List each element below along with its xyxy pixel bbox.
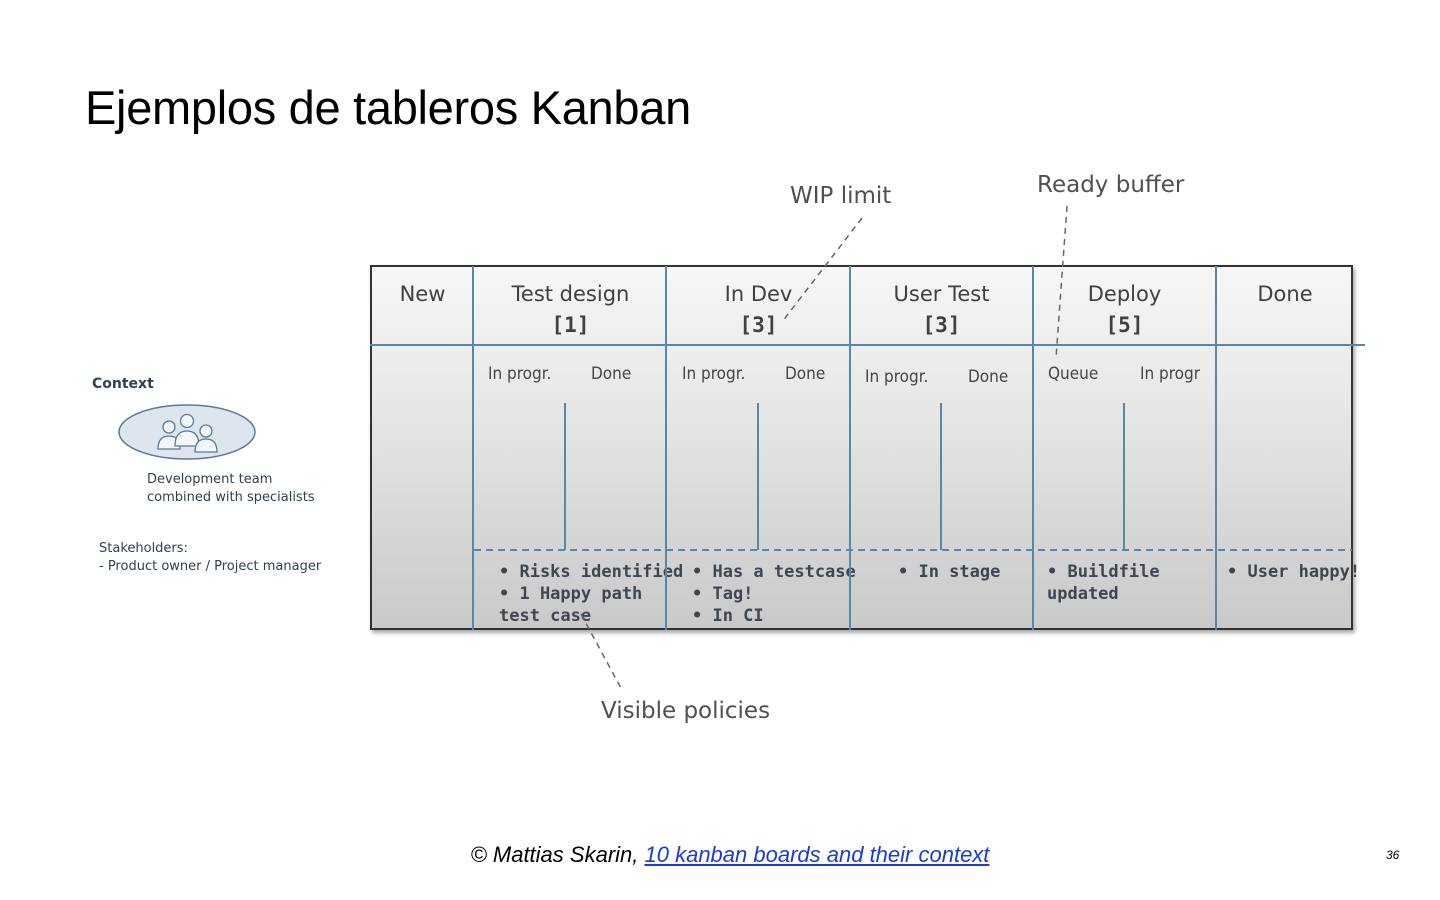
team-line-2: combined with specialists [147,490,315,505]
sub-label-in-dev-done: Done [785,364,826,384]
stakeholders-line-2: - Product owner / Project manager [99,559,322,574]
policy-item: • Risks identified [499,562,684,582]
policy-test-design: • Risks identified • 1 Happy path test c… [499,561,683,627]
ready-buffer-annotation: Ready buffer [1037,172,1185,198]
column-header-test-design: Test design [1] [475,279,666,341]
sub-label-user-test-progress: In progr. [865,367,929,387]
policy-item: • Has a testcase [692,562,856,582]
column-name: In Dev [724,282,793,306]
column-header-deploy: Deploy [5] [1034,279,1215,341]
column-name: Test design [511,282,630,306]
team-line-1: Development team [147,472,273,487]
policy-item: • Tag! [692,584,754,604]
policy-done: • User happy! [1227,561,1360,583]
column-name: User Test [893,282,990,306]
sub-label-test-design-progress: In progr. [488,364,552,384]
policy-deploy: • Buildfile updated [1047,561,1160,605]
sub-label-in-dev-progress: In progr. [682,364,746,384]
sub-label-deploy-queue: Queue [1048,364,1099,384]
footer-credit: © Mattias Skarin, 10 kanban boards and t… [0,842,1440,868]
page-number: 36 [1386,848,1400,862]
column-header-new: New [372,279,473,310]
column-header-user-test: User Test [3] [851,279,1032,341]
sub-label-user-test-done: Done [968,367,1009,387]
policy-item: • Buildfile [1047,562,1160,582]
column-name: New [399,282,446,306]
context-label: Context [92,376,154,392]
wip-limit: [1] [551,313,590,337]
policy-item: • 1 Happy path [499,584,643,604]
policy-item: • In stage [898,562,1001,582]
policy-item: test case [499,606,592,626]
stakeholders-line-1: Stakeholders: [99,541,188,556]
policy-item: updated [1047,584,1119,604]
visible-policies-annotation: Visible policies [601,698,771,724]
policy-item: • In CI [692,606,764,626]
wip-limit-annotation: WIP limit [790,183,892,209]
column-name: Deploy [1087,282,1162,306]
wip-limit: [3] [922,313,961,337]
slide-title: Ejemplos de tableros Kanban [85,81,691,134]
sub-label-test-design-done: Done [591,364,632,384]
wip-limit: [3] [739,313,778,337]
sub-label-deploy-progress: In progr [1140,364,1201,384]
policy-in-dev: • Has a testcase • Tag! • In CI [692,561,856,627]
source-link[interactable]: 10 kanban boards and their context [645,842,990,867]
team-icon [118,404,256,460]
policy-item: • User happy! [1227,562,1361,582]
column-header-in-dev: In Dev [3] [668,279,849,341]
credit-text: © Mattias Skarin, [470,842,645,867]
kanban-board: New Test design [1] In Dev [3] User Test… [370,265,1360,630]
column-header-done: Done [1217,279,1353,310]
policy-user-test: • In stage [898,561,1000,583]
wip-limit: [5] [1105,313,1144,337]
column-name: Done [1257,282,1313,306]
